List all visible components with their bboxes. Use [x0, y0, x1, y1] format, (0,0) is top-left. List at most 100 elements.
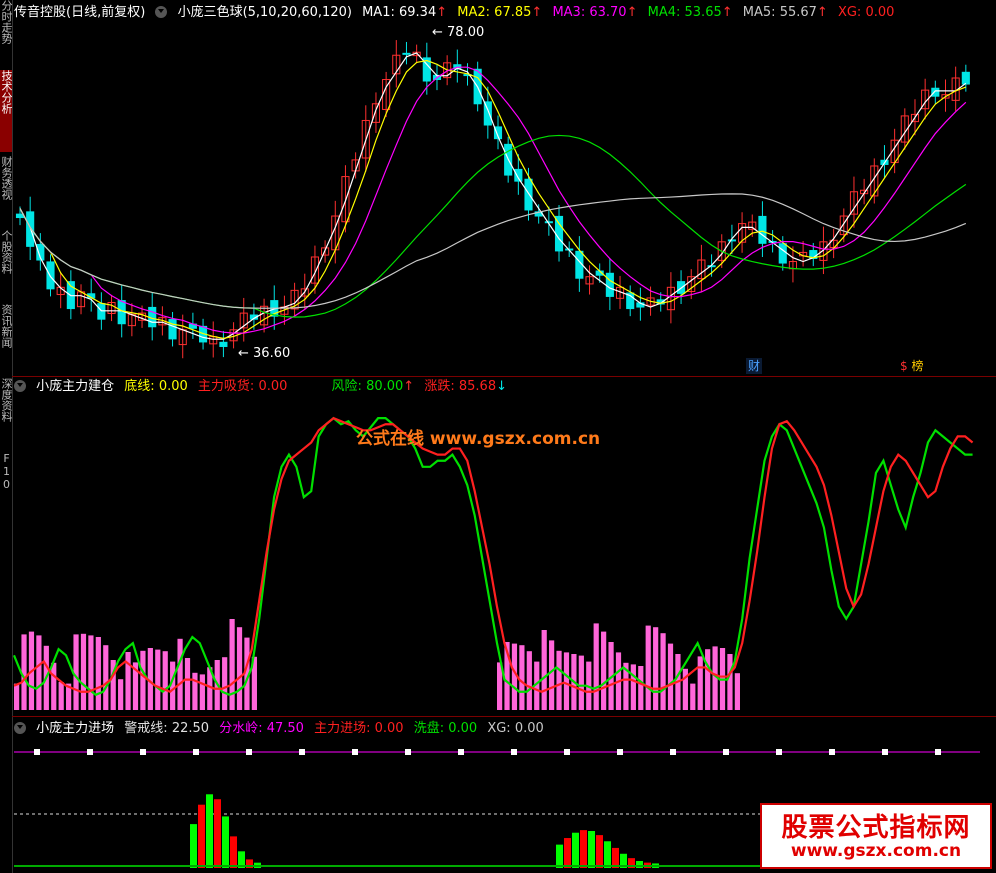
xipan-bar — [190, 824, 197, 868]
histogram-bar — [236, 627, 243, 710]
histogram-bar — [118, 679, 124, 710]
xipan-bar — [588, 831, 595, 868]
histogram-bar — [140, 650, 146, 710]
histogram-bar — [162, 651, 168, 710]
zhulijinchang-bar — [612, 847, 619, 868]
histogram-bar — [192, 672, 198, 710]
marker-square — [617, 749, 623, 755]
marker-square — [193, 749, 199, 755]
histogram-bar — [705, 649, 711, 710]
zhulijinchang-bar — [580, 830, 587, 868]
zhulijinchang-bar — [198, 804, 205, 868]
marker-square — [34, 749, 40, 755]
histogram-bar — [563, 652, 570, 710]
histogram-bar — [199, 674, 205, 710]
candle-body — [46, 261, 55, 290]
histogram-bar — [697, 656, 703, 710]
ma2-line — [19, 59, 967, 339]
histogram-bar — [155, 649, 161, 710]
candle-body — [402, 52, 411, 55]
candle-body — [554, 215, 564, 252]
candle-body — [758, 215, 767, 244]
histogram-bar — [73, 634, 79, 710]
candle-body — [168, 319, 177, 340]
candle-body — [931, 87, 940, 97]
center-watermark: 公式在线 www.gszx.com.cn — [356, 429, 601, 449]
watermark-url: www.gszx.com.cn — [790, 841, 962, 861]
badge-bang[interactable]: $ 榜 — [898, 358, 925, 374]
histogram-bar — [541, 630, 547, 710]
histogram-bar — [727, 654, 733, 710]
histogram-bar — [95, 637, 101, 710]
marker-square — [723, 749, 729, 755]
histogram-bar — [58, 682, 64, 710]
histogram-bar — [556, 650, 562, 710]
candle-body — [15, 213, 25, 219]
histogram-bar — [667, 643, 674, 710]
ma5-line — [19, 193, 967, 309]
histogram-bar — [80, 633, 87, 710]
histogram-bar — [511, 643, 518, 710]
histogram-bar — [734, 673, 740, 710]
histogram-bar — [184, 658, 191, 710]
candle-body — [605, 272, 614, 297]
candle-body — [778, 243, 787, 264]
marker-square — [670, 749, 676, 755]
marker-square — [352, 749, 358, 755]
watermark-box: 股票公式指标网 www.gszx.com.cn — [760, 803, 992, 869]
ma1-line — [19, 52, 967, 340]
low-price-label: ← 36.60 — [238, 346, 291, 361]
zhulijinchang-bar — [564, 838, 571, 868]
zhulijinchang-bar — [214, 799, 221, 868]
candle-body — [219, 341, 228, 347]
marker-square — [776, 749, 782, 755]
histogram-bar — [645, 625, 651, 710]
histogram-bar — [88, 635, 94, 710]
histogram-bar — [519, 645, 525, 710]
xipan-bar — [572, 832, 579, 868]
histogram-bar — [177, 638, 183, 710]
histogram-bar — [660, 633, 666, 710]
zhulijinchang-bar — [596, 835, 603, 868]
histogram-bar — [630, 664, 636, 710]
histogram-bar — [103, 645, 109, 710]
marker-square — [829, 749, 835, 755]
marker-square — [458, 749, 464, 755]
histogram-bar — [638, 666, 644, 710]
histogram-bar — [14, 683, 20, 710]
histogram-bar — [229, 619, 235, 710]
marker-square — [564, 749, 570, 755]
marker-square — [405, 749, 411, 755]
marker-square — [246, 749, 252, 755]
xipan-bar — [556, 844, 563, 868]
marker-square — [882, 749, 888, 755]
histogram-bar — [21, 634, 27, 710]
candle-body — [727, 239, 736, 242]
histogram-bar — [222, 657, 228, 710]
histogram-bar — [690, 683, 696, 710]
candle-body — [524, 178, 533, 211]
watermark-title: 股票公式指标网 — [781, 813, 971, 843]
marker-square — [299, 749, 305, 755]
histogram-bar — [601, 631, 607, 710]
zhulijinchang-bar — [230, 836, 237, 868]
histogram-bar — [653, 627, 659, 710]
candle-body — [514, 168, 523, 182]
histogram-bar — [593, 623, 599, 710]
histogram-bar — [36, 635, 42, 710]
high-price-label: ← 78.00 — [432, 25, 485, 40]
marker-square — [935, 749, 941, 755]
histogram-bar — [51, 662, 57, 710]
badge-cai[interactable]: 财 — [746, 358, 763, 374]
histogram-bar — [526, 651, 532, 710]
xipan-bar — [206, 794, 213, 868]
histogram-bar — [578, 655, 584, 710]
xipan-bar — [604, 841, 611, 868]
histogram-bar — [549, 640, 555, 710]
xipan-bar — [222, 816, 229, 868]
marker-square — [140, 749, 146, 755]
marker-square — [511, 749, 517, 755]
candle-body — [961, 71, 970, 85]
ma3-line — [19, 66, 967, 334]
marker-square — [87, 749, 93, 755]
